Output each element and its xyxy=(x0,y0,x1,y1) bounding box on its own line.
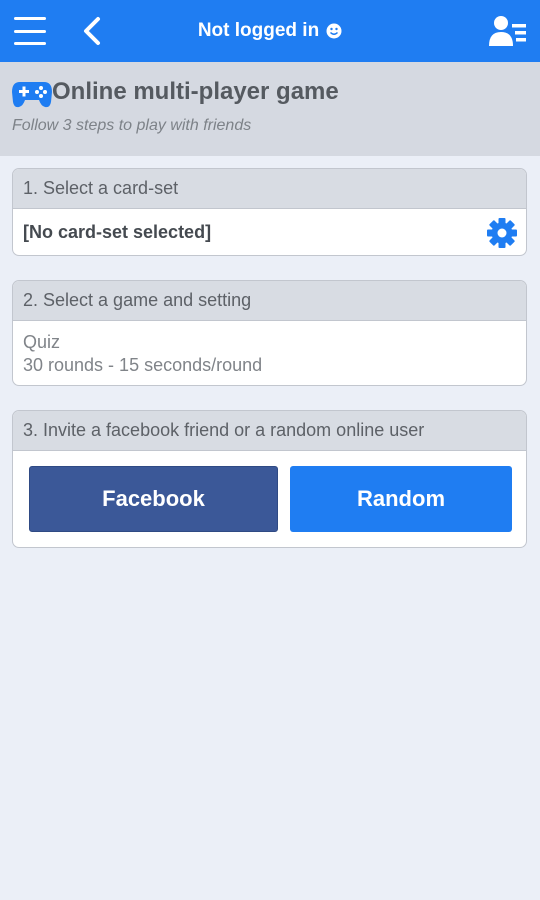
invite-buttons: Facebook Random xyxy=(13,451,526,547)
page-header: Online multi-player game Follow 3 steps … xyxy=(0,62,540,156)
step1-label: 1. Select a card-set xyxy=(13,169,526,209)
step3-card: 3. Invite a facebook friend or a random … xyxy=(12,410,527,548)
page-title: Online multi-player game xyxy=(52,78,339,105)
facebook-button[interactable]: Facebook xyxy=(29,466,278,532)
user-list-icon[interactable] xyxy=(488,14,528,48)
hamburger-icon[interactable] xyxy=(14,17,46,45)
step3-label: 3. Invite a facebook friend or a random … xyxy=(13,411,526,451)
top-app-bar: Not logged in xyxy=(0,0,540,62)
chevron-left-icon[interactable] xyxy=(78,14,106,48)
game-setting: 30 rounds - 15 seconds/round xyxy=(23,355,263,375)
login-status-text: Not logged in xyxy=(197,20,320,41)
page-subtitle: Follow 3 steps to play with friends xyxy=(12,117,252,134)
step2-card[interactable]: 2. Select a game and setting Quiz 30 rou… xyxy=(12,280,527,386)
step1-card: 1. Select a card-set [No card-set select… xyxy=(12,168,527,256)
game-setting-info: Quiz 30 rounds - 15 seconds/round xyxy=(13,321,526,377)
gear-icon[interactable] xyxy=(486,217,518,249)
step2-label: 2. Select a game and setting xyxy=(13,281,526,321)
smiley-icon xyxy=(326,23,342,39)
card-set-value: [No card-set selected] xyxy=(23,221,212,242)
gamepad-icon xyxy=(12,82,52,108)
game-name: Quiz xyxy=(23,332,61,352)
card-set-selector[interactable]: [No card-set selected] xyxy=(13,209,526,255)
random-button[interactable]: Random xyxy=(290,466,512,532)
